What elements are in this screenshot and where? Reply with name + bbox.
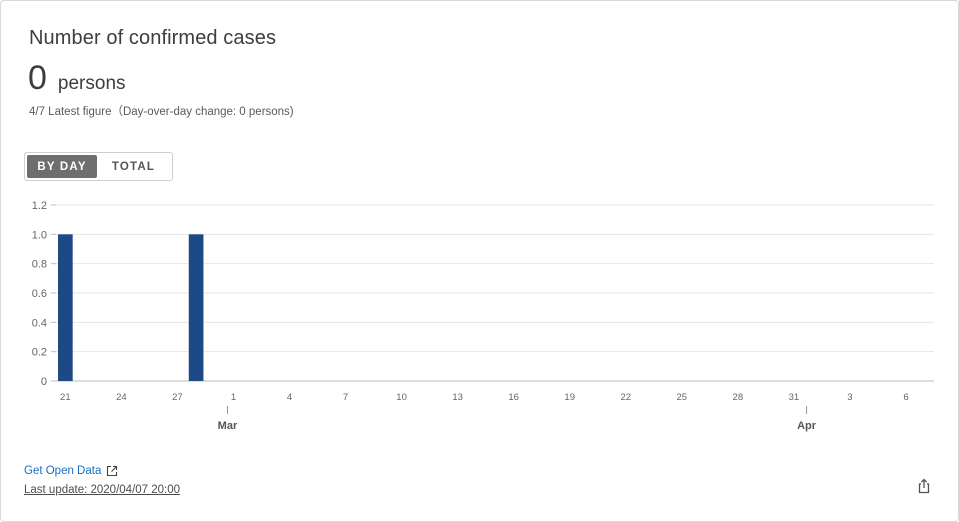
external-link-icon bbox=[107, 465, 118, 477]
cases-card: Number of confirmed cases 0 persons 4/7 … bbox=[0, 0, 959, 522]
x-tick-label: 4 bbox=[287, 392, 292, 403]
open-data-link[interactable]: Get Open Data bbox=[24, 465, 118, 477]
y-tick-label: 0.2 bbox=[32, 347, 47, 359]
x-tick-label: 6 bbox=[903, 392, 908, 403]
x-tick-label: 24 bbox=[116, 392, 127, 403]
by-day-button[interactable]: BY DAY bbox=[27, 155, 98, 178]
x-tick-label: 22 bbox=[620, 392, 631, 403]
headline-value: 0 persons bbox=[28, 59, 126, 98]
y-tick-label: 0 bbox=[41, 376, 47, 388]
x-tick-label: 19 bbox=[564, 392, 575, 403]
latest-figure-note: 4/7 Latest figure（Day-over-day change: 0… bbox=[29, 106, 294, 118]
x-tick-label: 31 bbox=[789, 392, 800, 403]
view-toggle: BY DAY TOTAL bbox=[24, 152, 173, 181]
x-tick-label: 27 bbox=[172, 392, 183, 403]
month-label: Mar bbox=[218, 420, 238, 432]
x-tick-label: 1 bbox=[231, 392, 236, 403]
bar bbox=[58, 234, 73, 381]
x-tick-label: 25 bbox=[677, 392, 688, 403]
y-tick-label: 0.4 bbox=[32, 317, 47, 329]
month-label: Apr bbox=[797, 420, 817, 432]
share-icon[interactable] bbox=[916, 478, 932, 494]
x-tick-label: 10 bbox=[396, 392, 407, 403]
x-tick-label: 3 bbox=[847, 392, 852, 403]
total-button[interactable]: TOTAL bbox=[97, 155, 170, 178]
y-tick-label: 1.0 bbox=[32, 229, 47, 241]
open-data-label: Get Open Data bbox=[24, 465, 102, 477]
y-tick-label: 0.8 bbox=[32, 259, 47, 271]
x-tick-label: 7 bbox=[343, 392, 348, 403]
headline-unit: persons bbox=[57, 73, 126, 94]
x-tick-label: 28 bbox=[733, 392, 744, 403]
headline-number: 0 bbox=[28, 59, 47, 97]
card-title: Number of confirmed cases bbox=[29, 27, 277, 49]
x-tick-label: 21 bbox=[60, 392, 71, 403]
bar bbox=[188, 234, 204, 381]
cases-bar-chart: 0 0.2 0.4 0.6 0.8 1.0 1.2 21 24 27 1 4 7 10 13 16 19 22 25… bbox=[32, 200, 934, 432]
x-tick-label: 13 bbox=[452, 392, 463, 403]
last-update-text: Last update: 2020/04/07 20:00 bbox=[24, 484, 181, 496]
x-tick-label: 16 bbox=[508, 392, 519, 403]
y-tick-label: 1.2 bbox=[32, 200, 47, 212]
y-tick-label: 0.6 bbox=[32, 288, 47, 300]
